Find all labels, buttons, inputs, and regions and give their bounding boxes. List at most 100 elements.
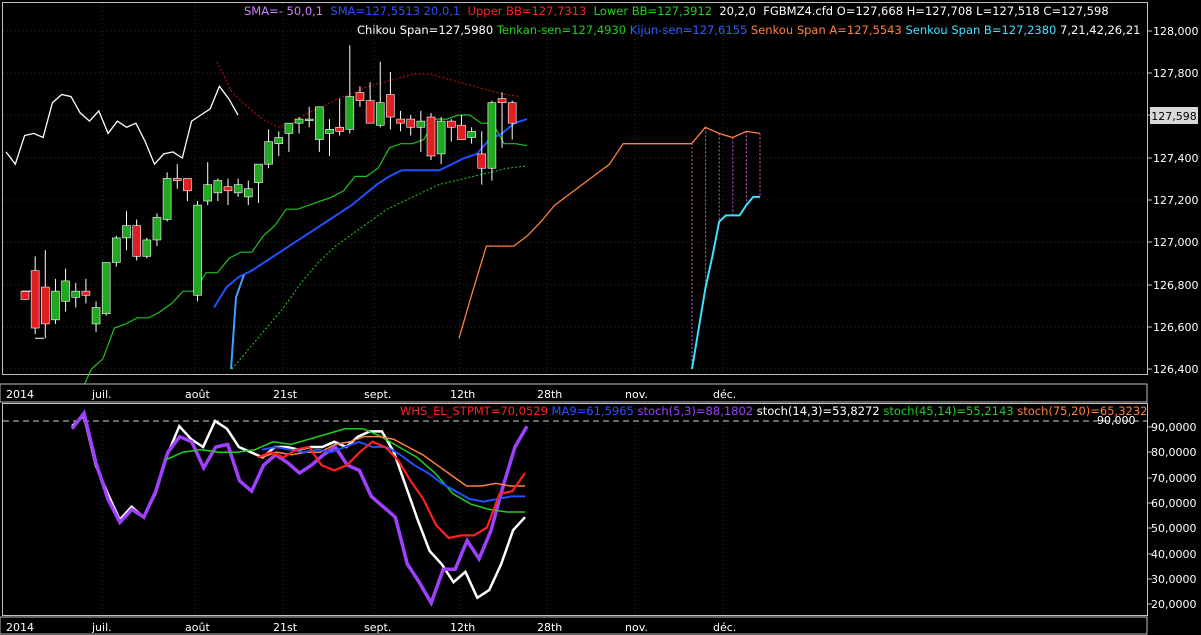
candle-body bbox=[284, 122, 294, 134]
upper-legend-row2-item-1: Tenkan-sen=127,4930 bbox=[493, 23, 626, 37]
candle-body bbox=[446, 120, 456, 128]
x-tick-label: nov. bbox=[625, 388, 648, 401]
candle-body bbox=[426, 116, 436, 157]
candle bbox=[142, 237, 152, 259]
upper-legend-row1-item-2: Upper BB=127,7313 bbox=[460, 4, 586, 18]
candle-body bbox=[487, 102, 497, 169]
candle-body bbox=[71, 290, 81, 298]
candle-body bbox=[132, 225, 141, 257]
candle-body bbox=[315, 106, 324, 140]
candle-body bbox=[355, 92, 365, 101]
upper-legend-row2: Chikou Span=127,5980 Tenkan-sen=127,4930… bbox=[357, 23, 1140, 37]
upper-legend-row1-item-5: FGBMZ4.cfd O=127,668 H=127,708 L=127,518… bbox=[756, 4, 1109, 18]
candle bbox=[101, 262, 111, 316]
candle-body bbox=[365, 100, 375, 124]
x-tick-label: juil. bbox=[91, 388, 112, 401]
candle-body bbox=[416, 120, 426, 128]
candle-body bbox=[203, 184, 212, 202]
lower-y-tick-label: 50,0000 bbox=[1151, 522, 1197, 535]
x-tick-label: août bbox=[185, 388, 210, 401]
candle-body bbox=[193, 204, 202, 296]
lower-legend-item-3: stoch(14,3)=53,8272 bbox=[753, 404, 880, 418]
upper-legend-row2-item-2: Kijun-sen=127,6155 bbox=[626, 23, 747, 37]
candle-body bbox=[51, 290, 60, 321]
last-price-badge: 127,598 bbox=[1150, 107, 1198, 124]
x-tick-label: 2014 bbox=[6, 621, 34, 634]
x-tick-label: 12th bbox=[450, 388, 475, 401]
candle-body bbox=[497, 98, 507, 103]
trading-chart: 128,000127,800127,600127,400127,200127,0… bbox=[0, 0, 1201, 635]
upper-y-tick-label: 126,800 bbox=[1153, 279, 1199, 292]
upper-legend-row2-item-4: Senkou Span B=127,2380 bbox=[902, 23, 1057, 37]
lower-legend-item-1: MA9=61,5965 bbox=[548, 404, 634, 418]
candle bbox=[162, 172, 172, 222]
candle-body bbox=[325, 129, 334, 134]
candle-body bbox=[122, 225, 131, 239]
level-90-label: 90,000 bbox=[1097, 414, 1136, 427]
candle-body bbox=[91, 307, 101, 325]
x-tick-label: 12th bbox=[450, 621, 475, 634]
x-tick-label: nov. bbox=[625, 621, 648, 634]
candle-body bbox=[335, 126, 344, 132]
upper-legend-row1-item-0: SMA=- 50,0,1 bbox=[244, 4, 323, 18]
upper-y-axis: 128,000127,800127,600127,400127,200127,0… bbox=[1147, 25, 1199, 376]
candle-body bbox=[40, 286, 50, 325]
x-tick-label: sept. bbox=[364, 388, 391, 401]
candle-body bbox=[183, 178, 192, 192]
lower-y-tick-label: 90,0000 bbox=[1151, 421, 1197, 434]
candle-body bbox=[233, 184, 243, 194]
candle bbox=[112, 235, 121, 267]
upper-y-tick-label: 127,200 bbox=[1153, 194, 1199, 207]
lower-y-tick-label: 40,0000 bbox=[1151, 548, 1197, 561]
x-tick-label: sept. bbox=[364, 621, 391, 634]
candle-body bbox=[375, 102, 385, 126]
lower-y-tick-label: 20,0000 bbox=[1151, 598, 1197, 611]
x-tick-label: 21st bbox=[273, 388, 298, 401]
candle bbox=[20, 290, 30, 300]
candle-body bbox=[162, 178, 172, 220]
lower-y-tick-label: 70,0000 bbox=[1151, 472, 1197, 485]
lower-legend: WHS_EL_STPMT=70,0529 MA9=61,5965 stoch(5… bbox=[400, 404, 1147, 418]
upper-x-axis-bar bbox=[0, 383, 1148, 403]
x-tick-label: déc. bbox=[713, 388, 736, 401]
upper-legend-row1-item-1: SMA=127,5513 20,0,1 bbox=[323, 4, 460, 18]
upper-y-tick-label: 126,600 bbox=[1153, 321, 1199, 334]
upper-legend-row1: SMA=- 50,0,1 SMA=127,5513 20,0,1 Upper B… bbox=[244, 4, 1109, 18]
x-tick-label: 28th bbox=[537, 388, 562, 401]
candle-body bbox=[213, 180, 223, 194]
candle-body bbox=[477, 153, 487, 169]
candle-body bbox=[81, 290, 91, 296]
lower-y-tick-label: 30,0000 bbox=[1151, 573, 1197, 586]
candle bbox=[193, 201, 202, 302]
candle-body bbox=[294, 118, 304, 124]
lower-y-tick-label: 80,0000 bbox=[1151, 446, 1197, 459]
x-tick-label: août bbox=[185, 621, 210, 634]
upper-legend-row2-item-0: Chikou Span=127,5980 bbox=[357, 23, 493, 37]
candle-body bbox=[61, 280, 70, 302]
candle-body bbox=[254, 163, 263, 183]
candle-body bbox=[436, 120, 446, 155]
candle-body bbox=[152, 217, 162, 241]
candle-body bbox=[467, 131, 476, 138]
x-tick-label: 28th bbox=[537, 621, 562, 634]
upper-y-tick-label: 127,400 bbox=[1153, 152, 1199, 165]
candle-body bbox=[244, 188, 253, 198]
lower-y-tick-label: 60,0000 bbox=[1151, 497, 1197, 510]
upper-y-tick-label: 127,800 bbox=[1153, 67, 1199, 80]
upper-legend-row1-item-3: Lower BB=127,3912 bbox=[586, 4, 712, 18]
x-tick-label: déc. bbox=[713, 621, 736, 634]
upper-legend-row2-item-5: 7,21,42,26,21 bbox=[1056, 23, 1140, 37]
candle bbox=[132, 219, 141, 261]
candle-body bbox=[223, 186, 233, 192]
lower-legend-item-4: stoch(45,14)=55,2143 bbox=[880, 404, 1014, 418]
candle-body bbox=[457, 124, 466, 140]
last-price-label: 127,598 bbox=[1151, 110, 1197, 123]
candle-body bbox=[274, 137, 284, 144]
candle-body bbox=[396, 118, 405, 124]
candle-body bbox=[142, 239, 152, 257]
candle-body bbox=[406, 118, 416, 128]
x-tick-label: 21st bbox=[273, 621, 298, 634]
candle-body bbox=[30, 270, 40, 329]
candle-body bbox=[101, 262, 111, 314]
upper-y-tick-label: 126,400 bbox=[1153, 363, 1199, 376]
